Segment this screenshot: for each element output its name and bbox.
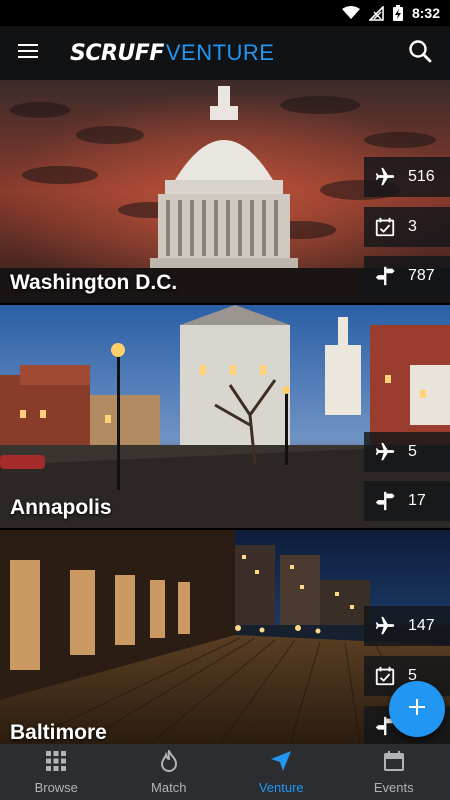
calendar-check-icon: [372, 663, 398, 689]
airplane-icon: [372, 164, 398, 190]
grid-icon: [45, 750, 67, 777]
nav-venture[interactable]: Venture: [225, 744, 338, 800]
app-bar: SCRUFF VENTURE: [0, 26, 450, 80]
city-name-annapolis: Annapolis: [10, 496, 112, 519]
city-name-washington: Washington D.C.: [10, 271, 178, 294]
calendar-icon: [383, 750, 405, 777]
menu-button[interactable]: [0, 26, 56, 80]
airplane-icon: [372, 439, 398, 465]
signpost-icon: [372, 488, 398, 514]
events-count: 3: [408, 218, 417, 235]
logo-secondary: VENTURE: [165, 40, 275, 65]
bottom-nav: Browse Match Venture Events: [0, 744, 450, 800]
signpost-icon: [372, 263, 398, 289]
stat-guides-washington[interactable]: 787: [364, 256, 450, 296]
calendar-check-icon: [372, 214, 398, 240]
hamburger-icon: [18, 43, 38, 63]
logo-primary: SCRUFF: [70, 41, 164, 66]
flights-count: 516: [408, 168, 435, 185]
nav-browse-label: Browse: [34, 779, 78, 795]
wifi-icon: [341, 6, 360, 20]
stat-flights-baltimore[interactable]: 147: [364, 606, 450, 646]
flights-count: 5: [408, 443, 417, 460]
nav-venture-label: Venture: [258, 779, 304, 795]
battery-charging-icon: [392, 5, 403, 21]
search-button[interactable]: [396, 26, 444, 80]
plus-icon: [408, 698, 426, 721]
stat-guides-annapolis[interactable]: 17: [364, 481, 450, 521]
guides-count: 17: [408, 492, 426, 509]
status-time: 8:32: [411, 5, 440, 21]
nav-events[interactable]: Events: [338, 744, 450, 800]
stat-flights-washington[interactable]: 516: [364, 157, 450, 197]
add-venture-button[interactable]: [389, 681, 445, 737]
nav-match-label: Match: [151, 779, 187, 795]
stat-flights-annapolis[interactable]: 5: [364, 432, 450, 472]
guides-count: 787: [408, 267, 435, 284]
airplane-icon: [372, 613, 398, 639]
nav-match[interactable]: Match: [113, 744, 226, 800]
stat-events-washington[interactable]: 3: [364, 207, 450, 247]
navigation-arrow-icon: [270, 750, 292, 777]
city-card-baltimore[interactable]: 147 5 Baltimore: [0, 530, 450, 744]
flights-count: 147: [408, 617, 435, 634]
city-card-annapolis[interactable]: 5 17 Annapolis: [0, 305, 450, 528]
search-icon: [408, 39, 432, 68]
city-card-washington[interactable]: 516 3 787 Washington D.C.: [0, 80, 450, 303]
no-signal-icon: [368, 5, 384, 21]
app-logo: SCRUFF VENTURE: [70, 40, 274, 66]
nav-events-label: Events: [373, 779, 414, 795]
flame-icon: [159, 747, 179, 777]
city-name-baltimore: Baltimore: [10, 721, 107, 744]
status-bar: 8:32: [0, 0, 450, 26]
nav-browse[interactable]: Browse: [0, 744, 113, 800]
